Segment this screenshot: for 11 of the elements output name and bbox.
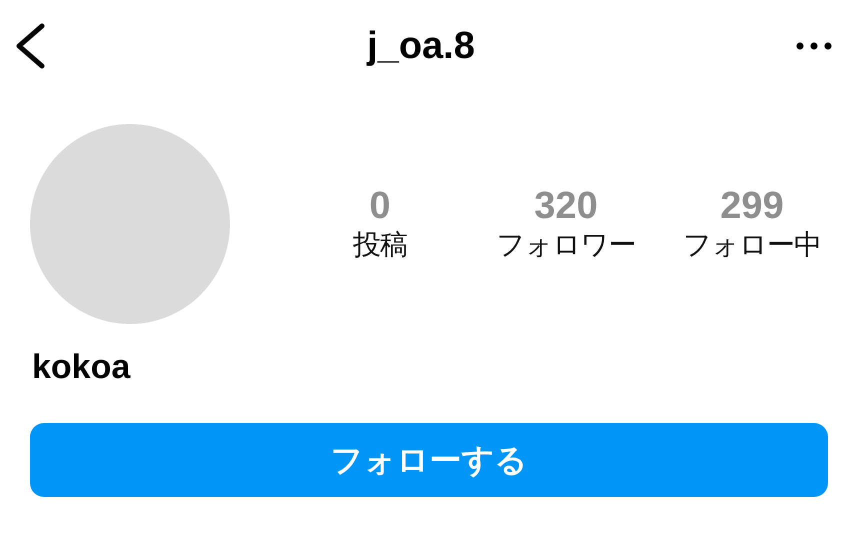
display-name: kokoa: [32, 348, 130, 386]
back-icon[interactable]: [14, 23, 46, 69]
profile-username: j_oa.8: [367, 24, 475, 68]
stat-label: 投稿: [353, 228, 407, 262]
stat-count: 0: [369, 186, 391, 228]
more-options-icon[interactable]: [796, 42, 832, 50]
stat-count: 299: [720, 186, 784, 228]
stat-label: フォロワー: [496, 228, 636, 262]
stat-label: フォロー中: [683, 228, 821, 262]
stat-count: 320: [534, 186, 598, 228]
follow-button[interactable]: フォローする: [30, 423, 828, 497]
